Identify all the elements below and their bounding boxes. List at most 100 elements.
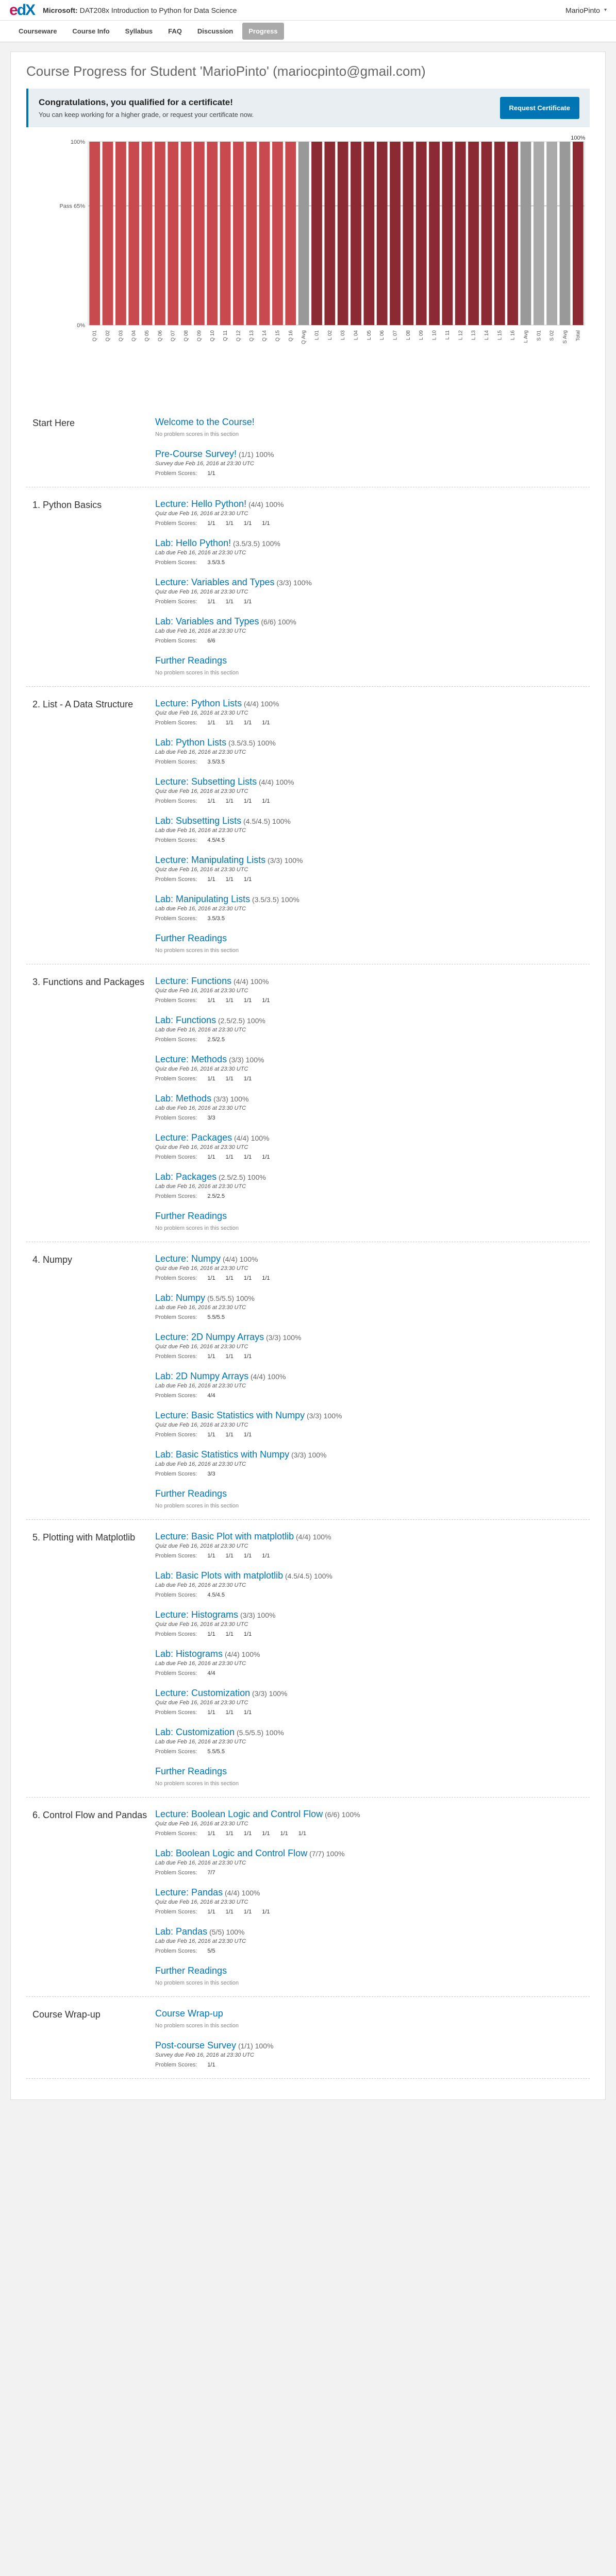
subsection: Lab: Packages (2.5/2.5) 100% Lab due Feb … xyxy=(155,1172,590,1199)
username[interactable]: MarioPinto xyxy=(565,6,600,14)
subsection-link[interactable]: Pre-Course Survey! xyxy=(155,449,237,459)
subsection-link[interactable]: Lab: 2D Numpy Arrays xyxy=(155,1371,248,1381)
due-date: Lab due Feb 16, 2016 at 23:30 UTC xyxy=(155,1105,246,1111)
problem-score: 1/1 xyxy=(207,1432,215,1438)
subsection-link[interactable]: Lecture: Histograms xyxy=(155,1609,238,1620)
problem-scores: Problem Scores: 5.5/5.5 xyxy=(155,1749,590,1755)
problem-scores-label: Problem Scores: xyxy=(155,1553,197,1559)
tab-discussion[interactable]: Discussion xyxy=(191,23,239,40)
subsection-link[interactable]: Lecture: Packages xyxy=(155,1132,232,1143)
subsection-link[interactable]: Lecture: Methods xyxy=(155,1054,227,1064)
problem-score: 1/1 xyxy=(243,1909,252,1915)
subsection: Lab: Variables and Types (6/6) 100% Lab d… xyxy=(155,616,590,644)
subsection-link[interactable]: Lecture: Pandas xyxy=(155,1887,223,1897)
subsection-link[interactable]: Lab: Methods xyxy=(155,1093,211,1104)
x-tick-label: L 15 xyxy=(497,330,503,341)
subsection-link[interactable]: Further Readings xyxy=(155,1211,227,1221)
subsection-link[interactable]: Lab: Boolean Logic and Control Flow xyxy=(155,1848,307,1858)
chapter: 4. Numpy Lecture: Numpy (4/4) 100% Quiz du… xyxy=(26,1242,590,1520)
subsection: Lecture: Variables and Types (3/3) 100% Q… xyxy=(155,577,590,605)
subsection-link[interactable]: Lecture: Customization xyxy=(155,1688,250,1698)
subsection: Lecture: Hello Python! (4/4) 100% Quiz du… xyxy=(155,499,590,527)
subsection: Course Wrap-up No problem scores in this … xyxy=(155,2008,590,2029)
subsection-link[interactable]: Lecture: Boolean Logic and Control Flow xyxy=(155,1809,323,1819)
subsection-link[interactable]: Lab: Functions xyxy=(155,1015,216,1025)
subsection: Lecture: Functions (4/4) 100% Quiz due Fe… xyxy=(155,976,590,1004)
x-tick-label: L 11 xyxy=(445,330,451,340)
subsection-link[interactable]: Further Readings xyxy=(155,933,227,943)
problem-score: 1/1 xyxy=(262,1553,270,1559)
subsection-link[interactable]: Lecture: Python Lists xyxy=(155,698,242,708)
tab-courseware[interactable]: Courseware xyxy=(12,23,63,40)
subsection-link[interactable]: Lab: Subsetting Lists xyxy=(155,816,241,826)
bar-q-12 xyxy=(233,142,244,325)
subsection: Further Readings No problem scores in thi… xyxy=(155,655,590,676)
subsection-link[interactable]: Lecture: Variables and Types xyxy=(155,577,274,587)
x-tick-label: Q 06 xyxy=(157,330,163,342)
subsection-link[interactable]: Further Readings xyxy=(155,655,227,666)
total-value-label: 100% xyxy=(571,135,585,141)
request-certificate-button[interactable]: Request Certificate xyxy=(500,97,579,119)
tab-faq[interactable]: FAQ xyxy=(162,23,188,40)
problem-score: 4/4 xyxy=(207,1393,215,1399)
due-date: Lab due Feb 16, 2016 at 23:30 UTC xyxy=(155,1383,246,1389)
subsection-link[interactable]: Further Readings xyxy=(155,1965,227,1976)
subsection-link[interactable]: Lab: Basic Statistics with Numpy xyxy=(155,1449,289,1460)
tab-progress[interactable]: Progress xyxy=(242,23,284,40)
subsection-link[interactable]: Lecture: Manipulating Lists xyxy=(155,855,265,865)
x-tick-label: S Avg xyxy=(562,330,568,344)
subsection-link[interactable]: Lab: Hello Python! xyxy=(155,538,231,548)
subsection-link[interactable]: Lab: Pandas xyxy=(155,1926,207,1937)
due-date: Quiz due Feb 16, 2016 at 23:30 UTC xyxy=(155,1543,248,1549)
subsection-link[interactable]: Post-course Survey xyxy=(155,2040,236,2050)
subsection-link[interactable]: Lecture: Basic Plot with matplotlib xyxy=(155,1531,294,1541)
due-date: Lab due Feb 16, 2016 at 23:30 UTC xyxy=(155,906,246,912)
subsection-link[interactable]: Lab: Python Lists xyxy=(155,737,226,748)
problem-scores: Problem Scores: 4/4 xyxy=(155,1393,590,1399)
subsection-score: (3/3) 100% xyxy=(307,1412,342,1420)
subsection-link[interactable]: Lab: Customization xyxy=(155,1727,235,1737)
x-tick-label: L 16 xyxy=(510,330,516,341)
problem-score: 1/1 xyxy=(243,1553,252,1559)
x-tick-label: Q 11 xyxy=(223,330,228,341)
subsection-link[interactable]: Course Wrap-up xyxy=(155,2008,223,2019)
subsection-link[interactable]: Further Readings xyxy=(155,1488,227,1499)
problem-scores: Problem Scores: 1/1 1/1 1/1 1/1 xyxy=(155,997,590,1004)
chapter-title: 3. Functions and Packages xyxy=(32,977,145,987)
subsection-link[interactable]: Lab: Histograms xyxy=(155,1649,223,1659)
bar-q-04 xyxy=(128,142,140,325)
subsection-link[interactable]: Further Readings xyxy=(155,1766,227,1776)
subsection: Further Readings No problem scores in thi… xyxy=(155,1766,590,1787)
subsection-link[interactable]: Lab: Numpy xyxy=(155,1293,205,1303)
course-title: Microsoft: DAT208x Introduction to Pytho… xyxy=(43,6,237,14)
subsection-link[interactable]: Lecture: Hello Python! xyxy=(155,499,246,509)
chevron-down-icon[interactable]: ▾ xyxy=(604,7,607,13)
tab-syllabus[interactable]: Syllabus xyxy=(119,23,159,40)
chapter-title: 5. Plotting with Matplotlib xyxy=(32,1532,136,1543)
subsection: Lecture: Basic Plot with matplotlib (4/4… xyxy=(155,1531,590,1559)
edx-logo[interactable]: e dX xyxy=(9,2,36,19)
subsection-score: (3/3) 100% xyxy=(240,1611,276,1619)
subsection: Lecture: Packages (4/4) 100% Quiz due Feb… xyxy=(155,1132,590,1160)
subsection-link[interactable]: Lecture: Numpy xyxy=(155,1253,221,1264)
problem-score: 3/3 xyxy=(207,1471,215,1477)
subsection-link[interactable]: Lecture: 2D Numpy Arrays xyxy=(155,1332,264,1342)
problem-score: 1/1 xyxy=(207,798,215,804)
subsection-score: (3/3) 100% xyxy=(228,1056,264,1064)
problem-scores: Problem Scores: 1/1 1/1 1/1 1/1 xyxy=(155,1154,590,1160)
subsection-link[interactable]: Welcome to the Course! xyxy=(155,417,255,427)
due-date: Quiz due Feb 16, 2016 at 23:30 UTC xyxy=(155,867,248,873)
tab-course-info[interactable]: Course Info xyxy=(66,23,115,40)
subsection-link[interactable]: Lecture: Functions xyxy=(155,976,231,986)
bar-l-15 xyxy=(494,142,505,325)
due-date: Quiz due Feb 16, 2016 at 23:30 UTC xyxy=(155,589,248,595)
user-menu[interactable]: MarioPinto ▾ xyxy=(565,6,607,14)
subsection-link[interactable]: Lecture: Basic Statistics with Numpy xyxy=(155,1410,305,1420)
x-tick-label: Total xyxy=(575,330,581,341)
due-date: Lab due Feb 16, 2016 at 23:30 UTC xyxy=(155,1461,246,1467)
subsection-link[interactable]: Lab: Variables and Types xyxy=(155,616,259,626)
subsection-link[interactable]: Lab: Basic Plots with matplotlib xyxy=(155,1570,283,1581)
subsection-link[interactable]: Lab: Manipulating Lists xyxy=(155,894,250,904)
subsection-link[interactable]: Lecture: Subsetting Lists xyxy=(155,776,257,787)
subsection-link[interactable]: Lab: Packages xyxy=(155,1172,217,1182)
